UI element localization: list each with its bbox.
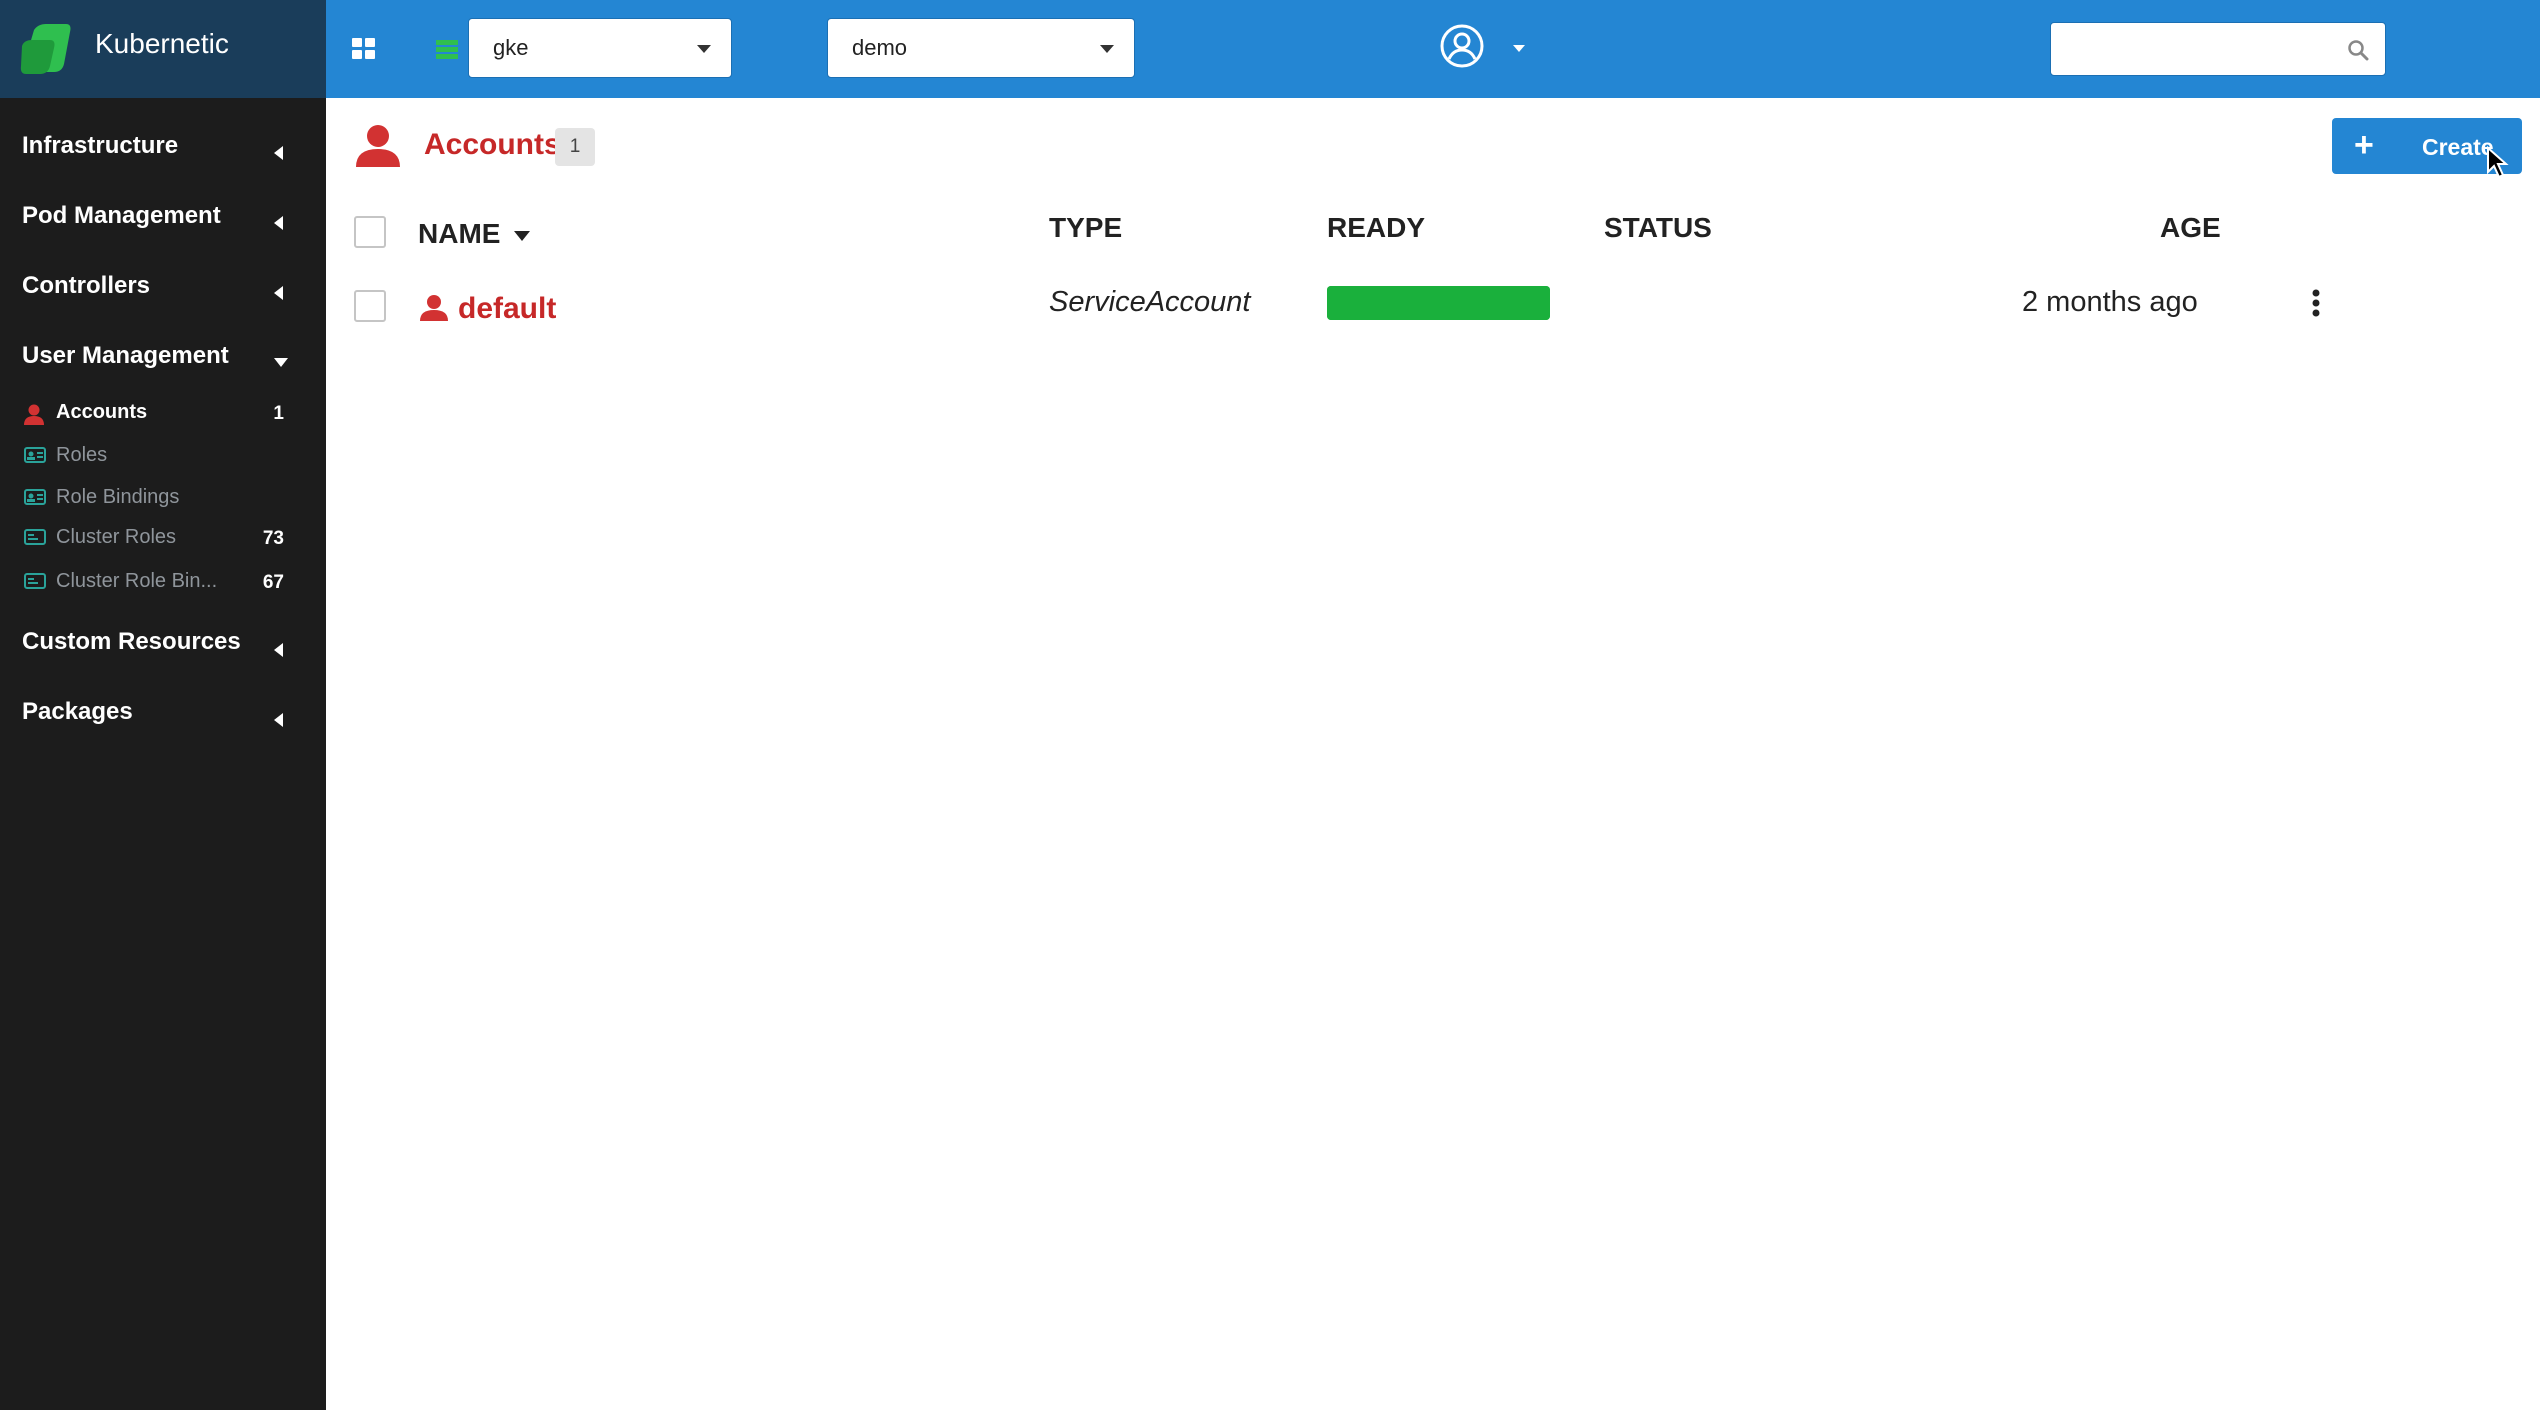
brand-header: Kubernetic bbox=[0, 0, 326, 98]
namespace-select[interactable]: demo bbox=[827, 18, 1135, 78]
sort-down-icon bbox=[514, 230, 531, 241]
id-card-icon bbox=[24, 447, 46, 463]
section-packages[interactable]: Packages bbox=[22, 698, 133, 726]
sidebar-item-label: Role Bindings bbox=[56, 486, 180, 508]
count-badge: 1 bbox=[273, 403, 284, 424]
sidebar-item-label: Roles bbox=[56, 444, 108, 466]
sidebar-item-label: Accounts bbox=[56, 401, 148, 423]
chevron-left-icon[interactable] bbox=[274, 286, 283, 300]
select-all-checkbox[interactable] bbox=[354, 216, 386, 248]
column-header-type[interactable]: TYPE bbox=[1049, 212, 1122, 244]
column-header-status[interactable]: STATUS bbox=[1604, 212, 1712, 244]
dashboard-grid-icon[interactable] bbox=[352, 38, 376, 60]
id-card-icon bbox=[24, 573, 46, 589]
sidebar-item-roles[interactable]: Roles bbox=[24, 442, 284, 472]
user-account-icon[interactable] bbox=[1438, 22, 1486, 70]
section-pod-management[interactable]: Pod Management bbox=[22, 202, 221, 230]
cluster-select-value: gke bbox=[493, 35, 529, 60]
kubernetic-logo bbox=[20, 24, 71, 74]
column-header-label: NAME bbox=[418, 218, 501, 249]
ready-progress-bar bbox=[1327, 286, 1550, 320]
count-badge: 67 bbox=[262, 572, 284, 593]
sidebar-item-accounts[interactable]: Accounts 1 bbox=[24, 399, 284, 429]
chevron-down-icon bbox=[697, 45, 711, 53]
search-icon[interactable] bbox=[2347, 39, 2369, 61]
count-badge: 1 bbox=[555, 128, 595, 166]
id-card-icon bbox=[24, 489, 46, 505]
chevron-left-icon[interactable] bbox=[274, 146, 283, 160]
user-icon bbox=[356, 125, 400, 167]
search-input[interactable] bbox=[2061, 31, 2335, 67]
more-vertical-icon[interactable] bbox=[2304, 288, 2328, 320]
chevron-left-icon[interactable] bbox=[274, 216, 283, 230]
chevron-left-icon[interactable] bbox=[274, 713, 283, 727]
sidebar-item-label: Cluster Roles bbox=[56, 526, 177, 548]
row-checkbox[interactable] bbox=[354, 290, 386, 322]
sidebar-item-cluster-role-bindings[interactable]: Cluster Role Bin... 67 bbox=[24, 568, 284, 598]
user-icon bbox=[420, 295, 448, 321]
user-icon bbox=[24, 404, 44, 425]
row-age: 2 months ago bbox=[2022, 286, 2198, 318]
search-box[interactable] bbox=[2050, 22, 2386, 76]
page-title: Accounts bbox=[424, 128, 561, 161]
column-header-age[interactable]: AGE bbox=[2160, 212, 2221, 244]
chevron-left-icon[interactable] bbox=[274, 643, 283, 657]
section-controllers[interactable]: Controllers bbox=[22, 272, 150, 300]
sidebar-item-label: Cluster Role Bin... bbox=[56, 570, 218, 592]
sidebar-item-role-bindings[interactable]: Role Bindings bbox=[24, 484, 284, 514]
namespace-select-value: demo bbox=[852, 35, 908, 60]
column-header-name[interactable]: NAME bbox=[418, 218, 531, 250]
create-button-label: Create bbox=[2422, 134, 2494, 160]
cluster-select[interactable]: gke bbox=[468, 18, 732, 78]
chevron-down-icon bbox=[1100, 45, 1114, 53]
section-user-management[interactable]: User Management bbox=[22, 342, 229, 370]
ready-progress-fill bbox=[1327, 286, 1550, 320]
app-name: Kubernetic bbox=[95, 28, 229, 59]
column-header-ready[interactable]: READY bbox=[1327, 212, 1425, 244]
mouse-cursor-icon bbox=[2487, 146, 2509, 179]
sidebar-item-cluster-roles[interactable]: Cluster Roles 73 bbox=[24, 524, 284, 554]
chevron-down-icon[interactable] bbox=[274, 358, 288, 367]
top-bar: gke demo bbox=[326, 0, 2540, 98]
count-badge: 73 bbox=[262, 528, 284, 549]
cluster-icon bbox=[436, 40, 458, 59]
chevron-down-icon[interactable] bbox=[1513, 45, 1525, 52]
row-name-link[interactable]: default bbox=[458, 292, 556, 326]
section-custom-resources[interactable]: Custom Resources bbox=[22, 628, 241, 656]
plus-icon: + bbox=[2354, 126, 2374, 164]
id-card-icon bbox=[24, 529, 46, 545]
sidebar: Kubernetic Infrastructure Pod Management… bbox=[0, 0, 326, 1410]
section-infrastructure[interactable]: Infrastructure bbox=[22, 132, 178, 160]
row-type: ServiceAccount bbox=[1049, 286, 1251, 318]
